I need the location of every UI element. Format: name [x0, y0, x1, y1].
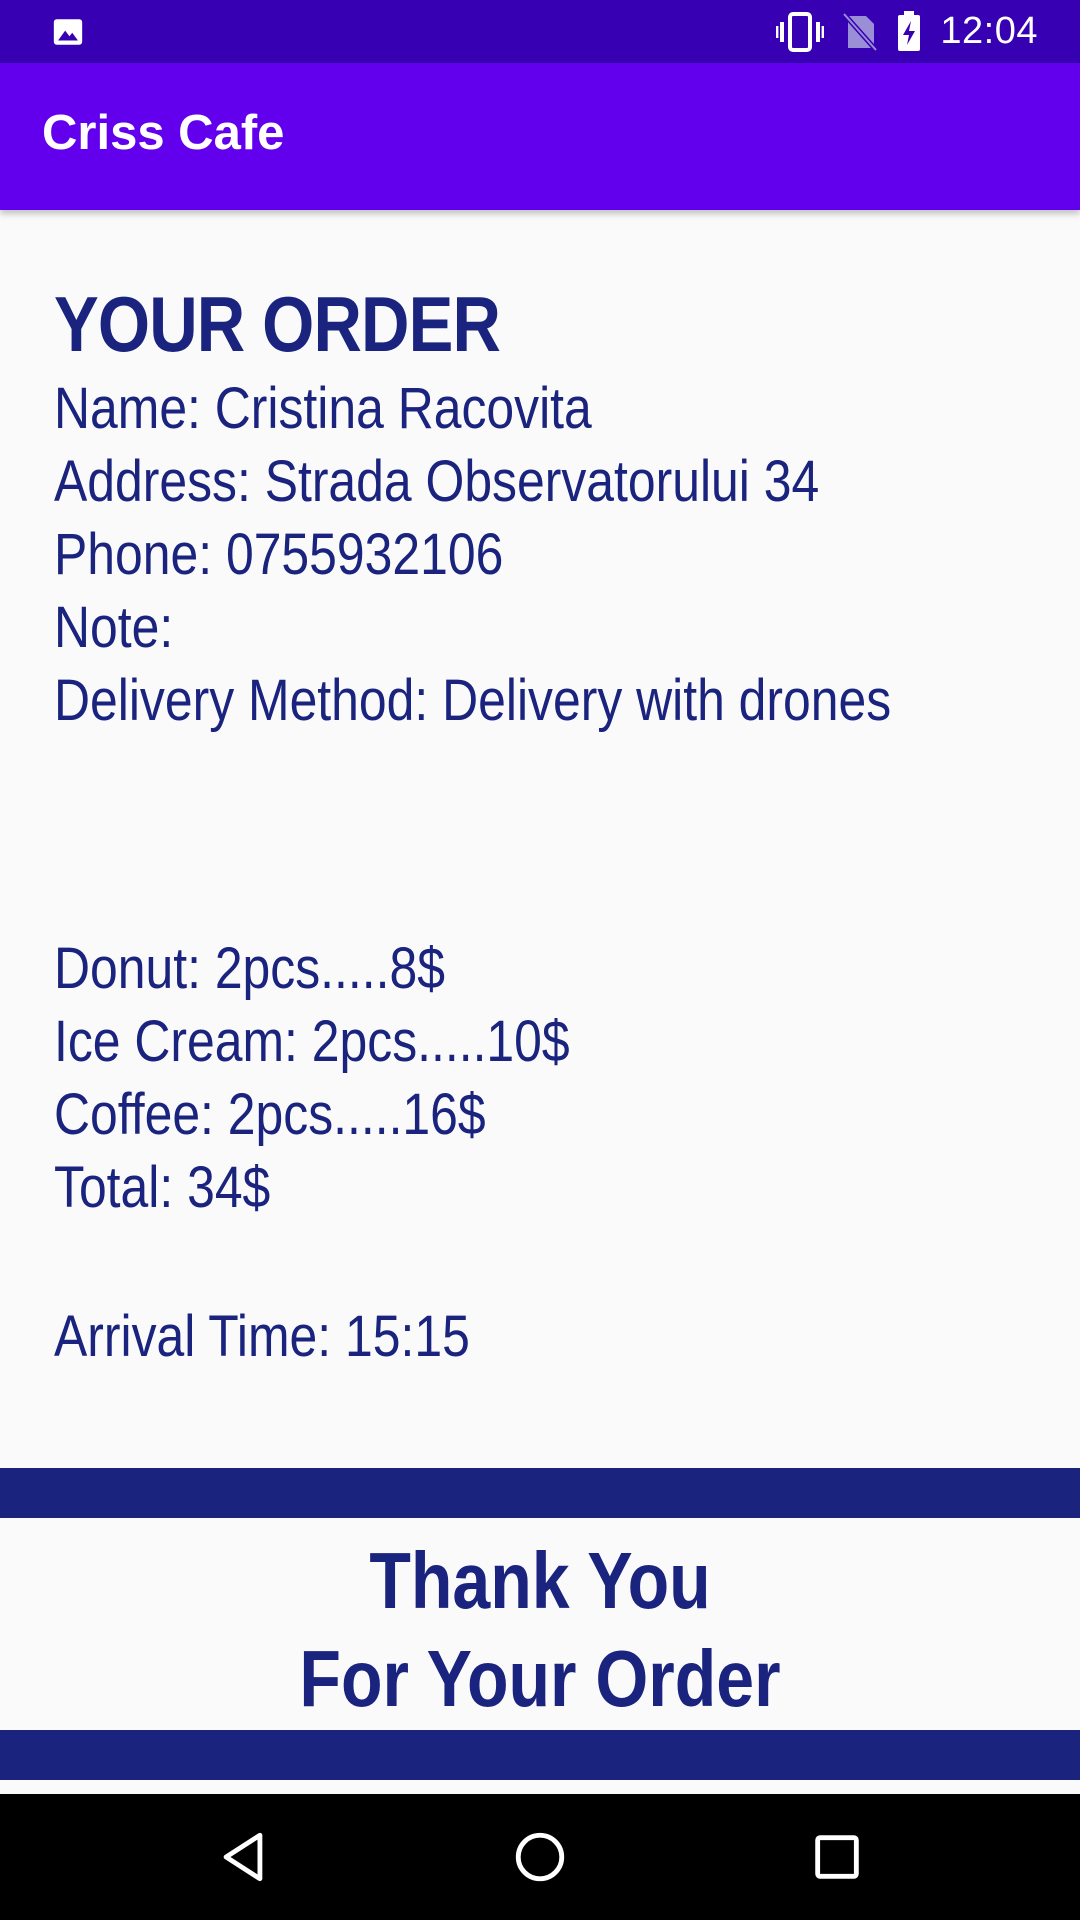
- recents-icon[interactable]: [808, 1828, 866, 1886]
- thank-you-banner: Thank You For Your Order: [0, 1518, 1080, 1730]
- customer-name: Name: Cristina Racovita: [54, 376, 592, 441]
- customer-address: Address: Strada Observatorului 34: [54, 449, 820, 514]
- no-sim-icon: [842, 11, 879, 52]
- image-icon: [53, 19, 83, 45]
- status-bar: 12:04: [0, 0, 1080, 63]
- vibrate-icon: [776, 11, 825, 52]
- order-items: Donut: 2pcs.....8$ Ice Cream: 2pcs.....1…: [54, 932, 654, 1224]
- delivery-method: Delivery Method: Delivery with drones: [54, 668, 892, 733]
- app-bar: Criss Cafe: [0, 63, 1080, 210]
- divider-band-top: [0, 1468, 1080, 1518]
- arrival-time: Arrival Time: 15:15: [54, 1304, 470, 1369]
- divider-band-bottom: [0, 1730, 1080, 1780]
- back-icon[interactable]: [214, 1828, 272, 1886]
- thank-you-line-2: For Your Order: [299, 1634, 781, 1723]
- app-title: Criss Cafe: [42, 106, 285, 160]
- navigation-bar: [0, 1794, 1080, 1920]
- thank-you-line-1: Thank You: [369, 1536, 711, 1625]
- order-heading: YOUR ORDER: [54, 280, 501, 368]
- order-note: Note:: [54, 595, 174, 660]
- home-icon[interactable]: [511, 1828, 569, 1886]
- order-item-coffee: Coffee: 2pcs.....16$: [54, 1082, 486, 1147]
- order-details: YOUR ORDER Name: Cristina Racovita Addre…: [54, 280, 1044, 737]
- order-item-donut: Donut: 2pcs.....8$: [54, 936, 445, 1001]
- order-total: Total: 34$: [54, 1155, 271, 1220]
- customer-phone: Phone: 0755932106: [54, 522, 504, 587]
- status-time: 12:04: [940, 10, 1038, 52]
- arrival-block: Arrival Time: 15:15: [54, 1300, 538, 1373]
- order-item-ice-cream: Ice Cream: 2pcs.....10$: [54, 1009, 570, 1074]
- customer-info: Name: Cristina Racovita Address: Strada …: [54, 372, 1044, 737]
- battery-charging-icon: [898, 10, 921, 51]
